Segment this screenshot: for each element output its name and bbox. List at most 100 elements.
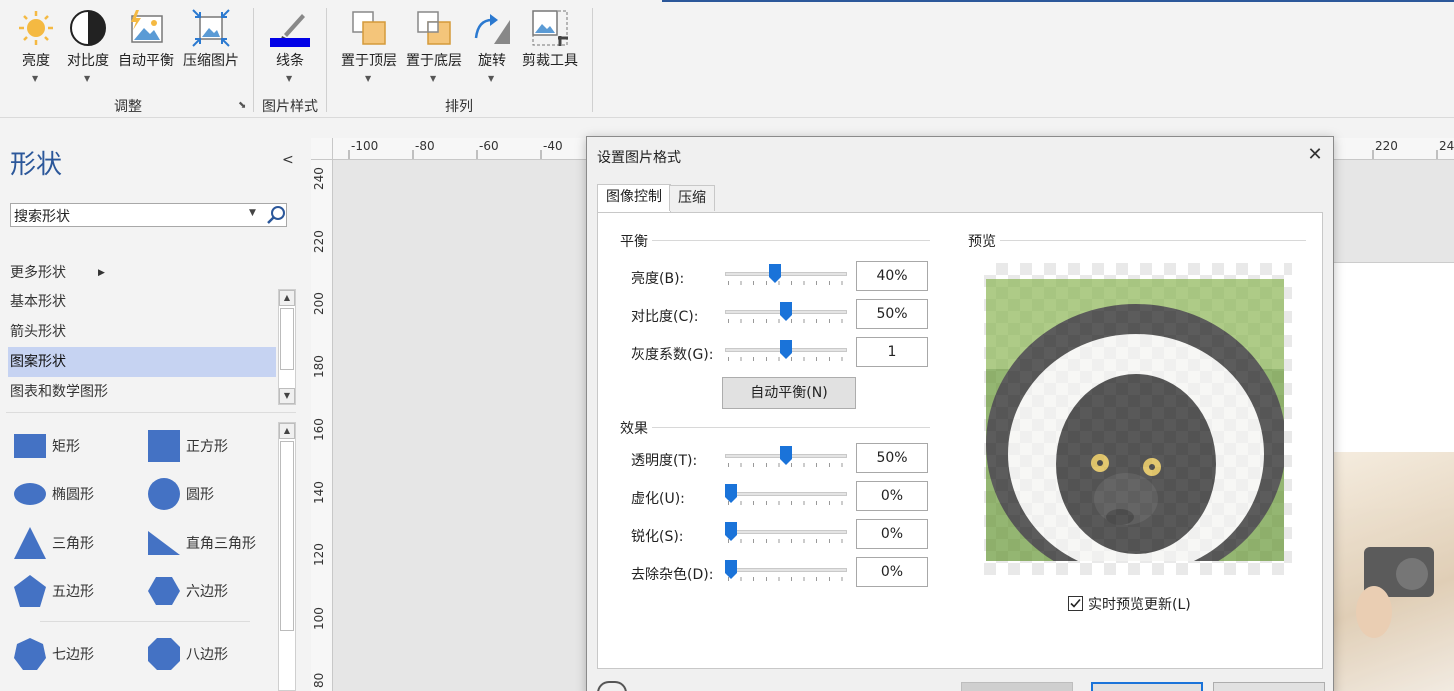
- reset-button[interactable]: [961, 682, 1073, 691]
- ruler-tick-label: -40: [543, 139, 563, 153]
- slider-thumb[interactable]: [780, 446, 792, 465]
- vertical-ruler: 240 220 200 180 160 140 120 100 80: [311, 160, 333, 691]
- transparency-value-field[interactable]: 50%: [856, 443, 928, 473]
- gamma-slider[interactable]: [725, 340, 847, 362]
- slider-thumb[interactable]: [725, 484, 737, 503]
- shape-label: 七边形: [52, 647, 94, 663]
- brightness-value-field[interactable]: 40%: [856, 261, 928, 291]
- slider-thumb[interactable]: [780, 302, 792, 321]
- shape-heptagon[interactable]: 七边形: [8, 634, 138, 674]
- shape-octagon[interactable]: 八边形: [142, 634, 272, 674]
- slider-thumb[interactable]: [725, 522, 737, 541]
- ruler-tick-label: 240: [312, 167, 326, 190]
- ok-button[interactable]: [1091, 682, 1203, 691]
- gamma-value-field[interactable]: 1: [856, 337, 928, 367]
- ruler-tick-label: 24: [1439, 139, 1454, 153]
- shape-hexagon[interactable]: 六边形: [142, 571, 272, 611]
- close-icon[interactable]: ✕: [1303, 143, 1327, 167]
- crop-tool-icon: [532, 10, 568, 46]
- bring-to-front-button[interactable]: 置于顶层 ▼: [338, 8, 400, 92]
- tab-compress[interactable]: 压缩: [669, 185, 715, 211]
- contrast-label: 对比度(C):: [631, 309, 699, 325]
- slider-thumb[interactable]: [769, 264, 781, 283]
- chevron-down-icon: ▼: [286, 74, 293, 83]
- ruler-tick-label: 220: [312, 230, 326, 253]
- auto-balance-button[interactable]: 自动平衡(N): [722, 377, 856, 409]
- contrast-value-field[interactable]: 50%: [856, 299, 928, 329]
- rotate-button[interactable]: 旋转 ▼: [470, 8, 514, 92]
- scroll-up-icon[interactable]: ▲: [279, 423, 295, 439]
- pane-divider: [6, 412, 296, 413]
- group-separator: [592, 8, 593, 112]
- stencil-item-chart-math-shapes[interactable]: 图表和数学图形: [8, 377, 276, 407]
- contrast-label: 对比度: [67, 53, 109, 69]
- denoise-value-field[interactable]: 0%: [856, 557, 928, 587]
- line-button[interactable]: 线条 ▼: [266, 8, 314, 92]
- crop-tool-button[interactable]: 剪裁工具: [518, 8, 582, 78]
- compress-picture-button[interactable]: 压缩图片: [180, 8, 242, 78]
- shapes-scrollbar[interactable]: ▲: [278, 422, 296, 691]
- shape-triangle[interactable]: 三角形: [8, 523, 138, 563]
- scrollbar-thumb[interactable]: [280, 308, 294, 370]
- shape-right-triangle[interactable]: 直角三角形: [142, 523, 272, 563]
- compress-picture-icon: [192, 9, 230, 47]
- collapse-pane-icon[interactable]: <: [282, 152, 294, 168]
- background-photo[interactable]: [1334, 452, 1454, 691]
- picture-style-group-label: 图片样式: [262, 99, 318, 115]
- scrollbar-thumb[interactable]: [280, 441, 294, 631]
- search-icon[interactable]: [266, 205, 286, 225]
- stencil-list-scrollbar[interactable]: ▲ ▼: [278, 289, 296, 405]
- blur-slider[interactable]: [725, 484, 847, 506]
- scroll-up-icon[interactable]: ▲: [279, 290, 295, 306]
- line-label: 线条: [276, 53, 304, 69]
- sharpen-label: 锐化(S):: [631, 529, 684, 545]
- shape-label: 五边形: [52, 584, 94, 600]
- group-separator: [326, 8, 327, 112]
- dialog-launcher-icon[interactable]: ⬊: [238, 100, 246, 111]
- send-to-back-label: 置于底层: [406, 53, 462, 69]
- search-shapes-field[interactable]: 搜索形状 ▼: [10, 203, 287, 227]
- brightness-button[interactable]: 亮度 ▼: [14, 8, 58, 92]
- blur-value-field[interactable]: 0%: [856, 481, 928, 511]
- chevron-down-icon[interactable]: ▼: [249, 208, 256, 218]
- contrast-slider[interactable]: [725, 302, 847, 324]
- auto-balance-label: 自动平衡: [118, 53, 174, 69]
- slider-thumb[interactable]: [725, 560, 737, 579]
- brightness-slider[interactable]: [725, 264, 847, 286]
- sharpen-value-field[interactable]: 0%: [856, 519, 928, 549]
- scroll-down-icon[interactable]: ▼: [279, 388, 295, 404]
- auto-balance-button[interactable]: 自动平衡: [116, 8, 176, 78]
- shape-square[interactable]: 正方形: [142, 426, 272, 466]
- transparency-slider[interactable]: [725, 446, 847, 468]
- circle-shape-icon: [148, 478, 180, 510]
- octagon-shape-icon: [148, 638, 180, 670]
- brightness-label: 亮度(B):: [631, 271, 685, 287]
- shape-pentagon[interactable]: 五边形: [8, 571, 138, 611]
- cancel-button[interactable]: [1213, 682, 1325, 691]
- stencil-item-arrow-shapes[interactable]: 箭头形状: [8, 317, 276, 347]
- sharpen-slider[interactable]: [725, 522, 847, 544]
- shape-rectangle[interactable]: 矩形: [8, 426, 138, 466]
- denoise-slider[interactable]: [725, 560, 847, 582]
- contrast-button[interactable]: 对比度 ▼: [64, 8, 112, 92]
- slider-track: [725, 568, 847, 572]
- slider-thumb[interactable]: [780, 340, 792, 359]
- tab-image-control[interactable]: 图像控制: [597, 184, 671, 212]
- bring-to-front-icon: [352, 11, 386, 45]
- stencil-item-basic-shapes[interactable]: 基本形状: [8, 287, 276, 317]
- shape-label: 八边形: [186, 647, 228, 663]
- shape-group-divider: [40, 621, 250, 622]
- section-divider: [968, 240, 1306, 241]
- shape-circle[interactable]: 圆形: [142, 474, 272, 514]
- search-shapes-input[interactable]: 搜索形状: [14, 206, 70, 226]
- rotate-label: 旋转: [478, 53, 506, 69]
- send-to-back-button[interactable]: 置于底层 ▼: [403, 8, 465, 92]
- shape-ellipse[interactable]: 椭圆形: [8, 474, 138, 514]
- checkbox-box[interactable]: [1068, 596, 1083, 611]
- help-icon[interactable]: [597, 681, 627, 691]
- pentagon-shape-icon: [14, 575, 46, 607]
- more-shapes-item[interactable]: 更多形状 ▶: [8, 258, 276, 288]
- stencil-item-pattern-shapes[interactable]: 图案形状: [8, 347, 276, 377]
- slider-ticks: [728, 501, 846, 505]
- page-edge: [1334, 262, 1454, 280]
